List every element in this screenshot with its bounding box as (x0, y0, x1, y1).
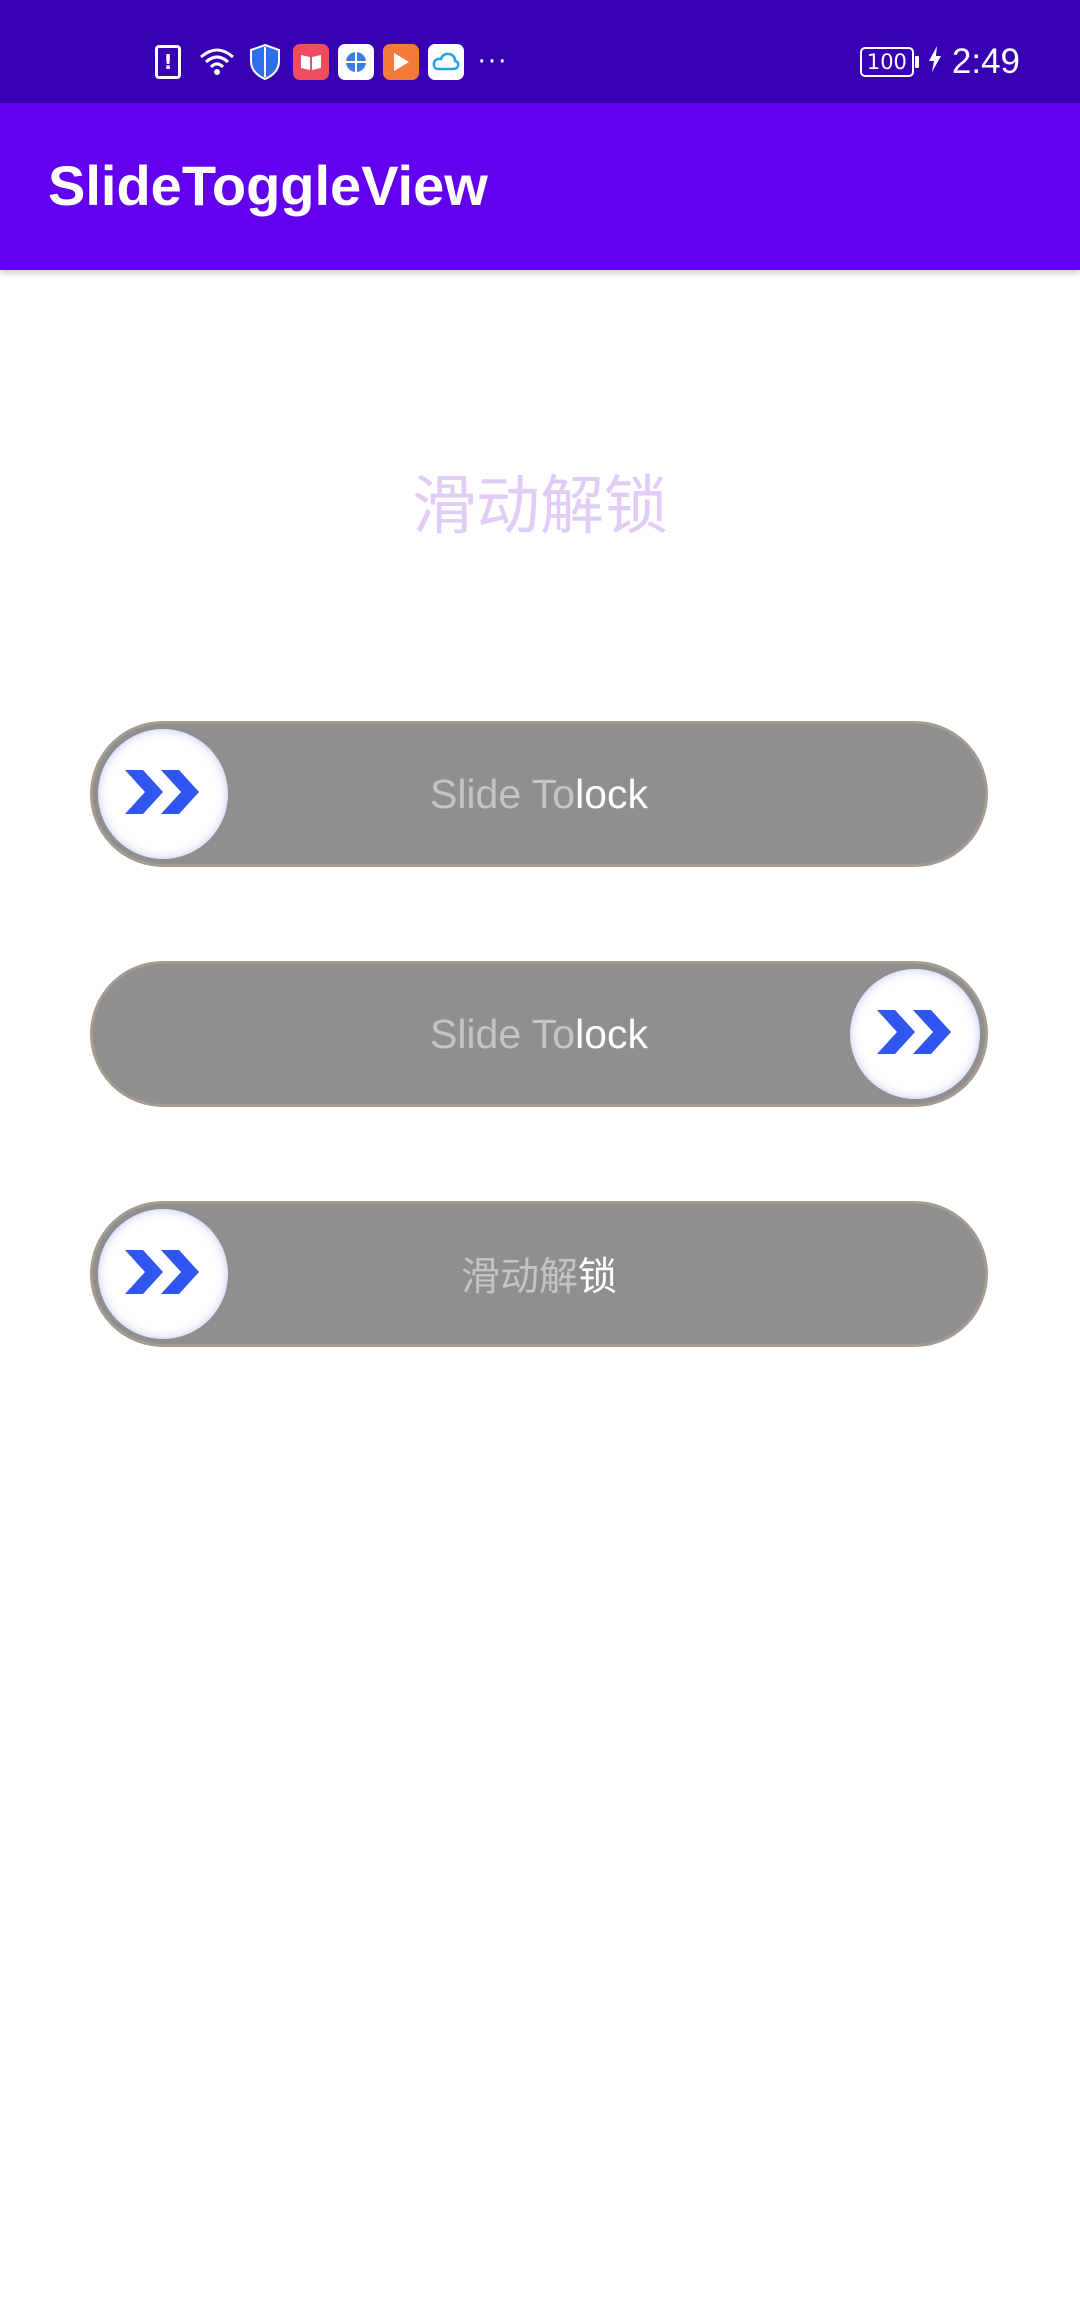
double-chevron-right-icon (873, 1004, 957, 1064)
status-bar: ! ··· 100 2:49 (0, 0, 1080, 103)
sim-alert-icon: ! (155, 45, 181, 79)
notification-icons: ! ··· (155, 40, 522, 84)
wifi-icon (197, 44, 237, 80)
slide-toggle-1[interactable]: Slide To lock (90, 721, 988, 867)
header-text: 滑动解锁 (412, 470, 668, 544)
slide-toggle-thumb[interactable] (98, 1209, 228, 1339)
shield-icon (246, 43, 284, 81)
slide-toggle-label-dim: Slide To (429, 770, 576, 817)
clock: 2:49 (951, 42, 1020, 81)
app-title: SlideToggleView (48, 154, 488, 217)
system-status: 100 2:49 (859, 38, 1020, 86)
video-app-icon (383, 44, 419, 80)
double-chevron-right-icon (121, 764, 205, 824)
slide-toggle-label-highlight: lock (575, 1010, 649, 1057)
slide-toggle-label-highlight: lock (575, 770, 649, 817)
slide-toggle-3[interactable]: 滑动解锁 (90, 1201, 988, 1347)
cloud-app-icon (428, 44, 464, 80)
slide-toggle-thumb[interactable] (850, 969, 980, 1099)
double-chevron-right-icon (121, 1244, 205, 1304)
globe-app-icon (338, 44, 374, 80)
app-bar: SlideToggleView (0, 103, 1080, 270)
slide-toggle-thumb[interactable] (98, 729, 228, 859)
battery-icon: 100 (859, 47, 919, 77)
slide-toggle-label-dim: Slide To (429, 1010, 576, 1057)
charging-icon (928, 45, 942, 79)
slide-toggle-2[interactable]: Slide To lock (90, 961, 988, 1107)
more-notifications-icon: ··· (477, 47, 509, 77)
slide-toggle-label-highlight: 锁 (578, 1255, 618, 1300)
slide-toggle-label-dim: 滑动解 (460, 1255, 578, 1300)
book-app-icon (293, 44, 329, 80)
